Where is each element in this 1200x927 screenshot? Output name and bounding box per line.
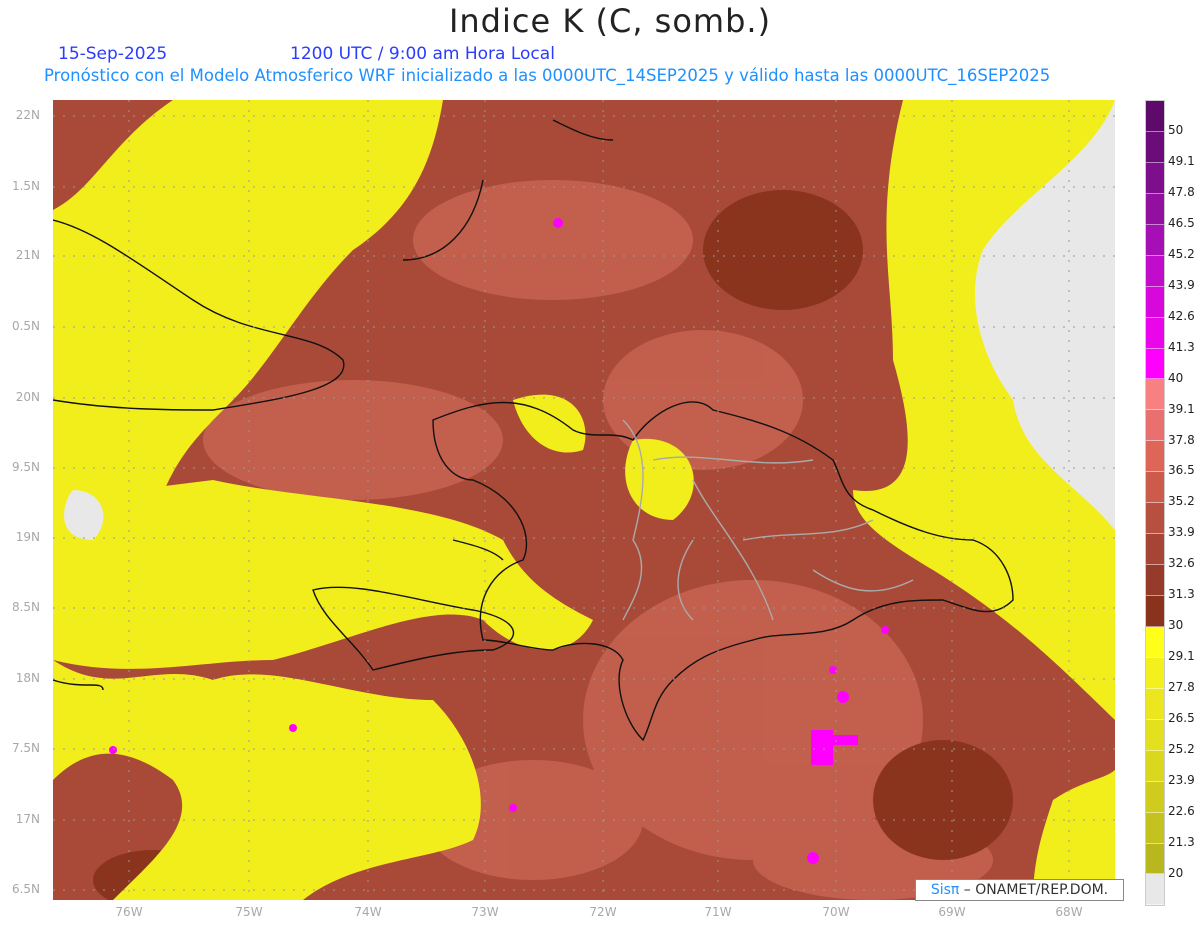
colorbar-bin <box>1146 317 1164 349</box>
colorbar-label: 39.1 <box>1168 401 1195 416</box>
colorbar-bin <box>1146 441 1164 473</box>
brand-logo: Sisπ <box>930 882 960 898</box>
colorbar-bin <box>1146 657 1164 689</box>
lon-label: 69W <box>938 905 966 919</box>
lat-label: 8.5N <box>11 600 40 614</box>
colorbar-label: 42.6 <box>1168 308 1195 323</box>
colorbar-label: 50 <box>1168 123 1184 137</box>
lon-label: 71W <box>704 905 732 919</box>
colorbar-bin <box>1146 534 1164 566</box>
lat-label: 0.5N <box>11 319 40 333</box>
colorbar-label: 40 <box>1168 370 1184 385</box>
colorbar-bin <box>1146 348 1164 380</box>
forecast-time: 1200 UTC / 9:00 am Hora Local <box>290 44 555 64</box>
colorbar-bin <box>1146 688 1164 720</box>
lat-label: 1.5N <box>11 179 40 193</box>
colorbar-label: 46.5 <box>1168 215 1195 230</box>
colorbar-bin <box>1146 101 1164 132</box>
colorbar-bin <box>1146 596 1164 627</box>
lat-label: 7.5N <box>11 741 40 755</box>
lat-label: 21N <box>15 248 40 262</box>
colorbar-bin <box>1146 131 1164 163</box>
colorbar-label: 47.8 <box>1168 184 1195 199</box>
colorbar-bin <box>1146 565 1164 596</box>
model-subtitle: Pronóstico con el Modelo Atmosferico WRF… <box>44 66 1051 85</box>
lat-label: 20N <box>15 390 40 404</box>
lat-label: 9.5N <box>11 460 40 474</box>
lat-label: 6.5N <box>11 882 40 896</box>
colorbar-label: 21.3 <box>1168 834 1195 849</box>
lon-label: 74W <box>354 905 382 919</box>
colorbar-label: 22.6 <box>1168 803 1195 818</box>
colorbar-bin <box>1146 193 1164 225</box>
colorbar-label: 29.1 <box>1168 649 1195 664</box>
lon-label: 75W <box>235 905 263 919</box>
colorbar-label: 45.2 <box>1168 246 1195 261</box>
colorbar-bin <box>1146 224 1164 256</box>
colorbar-label: 36.5 <box>1168 463 1195 478</box>
forecast-date: 15-Sep-2025 <box>58 44 168 64</box>
lon-label: 73W <box>471 905 499 919</box>
colorbar-label: 32.6 <box>1168 556 1195 571</box>
map-title: Indice K (C, somb.) <box>448 2 772 40</box>
colorbar-bin <box>1146 472 1164 504</box>
colorbar-label: 25.2 <box>1168 742 1195 756</box>
credit-box: Sisπ – ONAMET/REP.DOM. <box>915 879 1124 901</box>
colorbar-bin <box>1146 781 1164 813</box>
colorbar-label: 20 <box>1168 865 1184 880</box>
lon-label: 76W <box>115 905 143 919</box>
colorbar-bin <box>1146 410 1164 442</box>
lat-label: 22N <box>15 108 40 122</box>
colorbar-label: 27.8 <box>1168 680 1195 695</box>
colorbar-bin <box>1146 874 1164 906</box>
lat-label: 19N <box>15 530 40 544</box>
k-index-map <box>53 100 1115 900</box>
colorbar-bin <box>1146 162 1164 194</box>
colorbar-bin <box>1146 379 1164 411</box>
colorbar-label: 35.2 <box>1168 494 1195 509</box>
lon-label: 70W <box>822 905 850 919</box>
colorbar-bin <box>1146 626 1164 658</box>
colorbar-label: 31.3 <box>1168 587 1195 602</box>
colorbar-label: 41.3 <box>1168 339 1195 354</box>
lat-label: 18N <box>15 671 40 685</box>
colorbar-label: 23.9 <box>1168 772 1195 787</box>
lon-label: 68W <box>1055 905 1083 919</box>
lon-label: 72W <box>589 905 617 919</box>
colorbar-bin <box>1146 750 1164 782</box>
colorbar-bin <box>1146 719 1164 751</box>
colorbar-label: 43.9 <box>1168 277 1195 292</box>
credit-text: – ONAMET/REP.DOM. <box>959 882 1109 898</box>
colorbar <box>1145 100 1165 907</box>
colorbar-label: 33.9 <box>1168 525 1195 540</box>
colorbar-label: 26.5 <box>1168 711 1195 726</box>
colorbar-bin <box>1146 503 1164 535</box>
lat-label: 17N <box>15 812 40 826</box>
colorbar-bin <box>1146 286 1164 318</box>
colorbar-bin <box>1146 812 1164 844</box>
colorbar-bin <box>1146 843 1164 875</box>
colorbar-bin <box>1146 255 1164 287</box>
colorbar-label: 49.1 <box>1168 153 1195 168</box>
colorbar-label: 37.8 <box>1168 432 1195 447</box>
colorbar-label: 30 <box>1168 618 1184 633</box>
